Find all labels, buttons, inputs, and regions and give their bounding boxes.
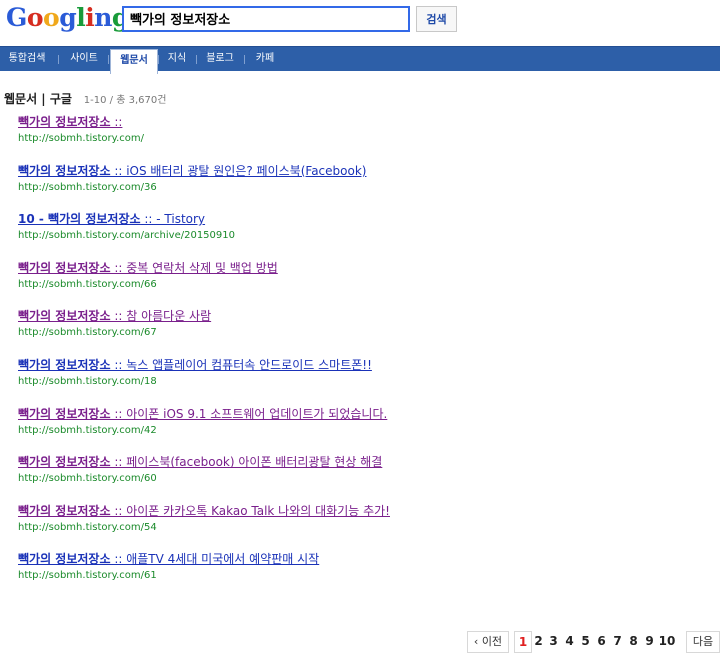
result-url: http://sobmh.tistory.com/ [18,133,145,144]
result-title-rest: :: 페이스북(facebook) 아이폰 배터리광탈 현상 해결 [110,455,383,470]
result-url: http://sobmh.tistory.com/54 [18,521,157,533]
result-title-link[interactable]: 빽가의 정보저장소 :: [18,113,144,130]
prev-page-button[interactable]: ‹ 이전 [467,631,509,653]
result-title-rest: :: 애플TV 4세대 미국에서 예약판매 시작 [110,552,320,567]
result-title-bold: 10 - 빽가의 정보저장소 [18,212,141,227]
result-title-rest: :: 중복 연락처 삭제 및 백업 방법 [110,260,278,275]
result-title-link[interactable]: 빽가의 정보저장소 :: 참 아름다운 사람 [18,307,211,324]
header: Googling 검색 [0,0,720,44]
logo-letter: G [6,3,27,32]
result-title-rest: :: 녹스 앱플레이어 컴퓨터속 안드로이드 스마트폰!! [110,358,372,372]
result-title-bold: 빽가의 정보저장소 [18,406,111,421]
page-number-link[interactable]: 1 [514,631,532,653]
result-title-rest: :: [110,115,123,129]
result-title-bold: 빽가의 정보저장소 [18,552,111,567]
search-result: 빽가의 정보저장소 :: http://sobmh.tistory.com/ [18,113,144,144]
search-input[interactable] [124,8,406,28]
search-box[interactable] [122,6,410,32]
result-title-rest: :: 아이폰 카카오톡 Kakao Talk 나와의 대화기능 추가! [110,503,390,518]
page-number-link[interactable]: 3 [547,631,560,651]
page-number-link[interactable]: 8 [627,631,640,651]
logo-letter: i [85,3,95,32]
logo-letter: g [59,3,77,32]
search-result: 빽가의 정보저장소 :: 애플TV 4세대 미국에서 예약판매 시작http:/… [18,550,319,581]
result-title-link[interactable]: 10 - 빽가의 정보저장소 :: - Tistory [18,210,235,227]
result-title-bold: 빽가의 정보저장소 [18,260,111,275]
tab-cafe[interactable]: 카페 [248,47,282,71]
result-title-link[interactable]: 빽가의 정보저장소 :: 중복 연락처 삭제 및 백업 방법 [18,259,278,276]
result-title-bold: 빽가의 정보저장소 [18,503,111,518]
result-url: http://sobmh.tistory.com/archive/2015091… [18,230,235,242]
result-title-rest: :: 참 아름다운 사람 [110,309,212,324]
search-result: 빽가의 정보저장소 :: 아이폰 iOS 9.1 소프트웨어 업데이트가 되었습… [18,405,387,436]
page-number-link[interactable]: 9 [643,631,656,651]
page-number-link[interactable]: 7 [611,631,624,651]
search-result: 빽가의 정보저장소 :: 아이폰 카카오톡 Kakao Talk 나와의 대화기… [18,502,390,533]
next-page-button[interactable]: 다음 [686,631,720,653]
result-title-link[interactable]: 빽가의 정보저장소 :: iOS 배터리 광탈 원인은? 페이스북(Facebo… [18,162,366,179]
result-url: http://sobmh.tistory.com/61 [18,570,157,582]
logo-letter: n [94,3,112,32]
tab-knowledge[interactable]: 지식 [160,47,194,71]
result-url: http://sobmh.tistory.com/66 [18,278,157,290]
result-title-link[interactable]: 빽가의 정보저장소 :: 아이폰 카카오톡 Kakao Talk 나와의 대화기… [18,502,390,519]
result-url: http://sobmh.tistory.com/42 [18,424,157,436]
logo-letter: o [43,3,60,32]
result-title-bold: 빽가의 정보저장소 [18,358,111,372]
logo[interactable]: Googling [6,2,129,34]
logo-letter: l [76,3,86,32]
nav-bar: 통합검색 사이트 웹문서 지식 블로그 카페 [0,46,720,74]
result-url: http://sobmh.tistory.com/36 [18,181,157,193]
tab-web[interactable]: 웹문서 [110,49,158,74]
search-result: 10 - 빽가의 정보저장소 :: - Tistoryhttp://sobmh.… [18,210,235,241]
result-title-bold: 빽가의 정보저장소 [18,455,111,470]
search-result: 빽가의 정보저장소 :: 페이스북(facebook) 아이폰 배터리광탈 현상… [18,453,382,484]
result-title-link[interactable]: 빽가의 정보저장소 :: 페이스북(facebook) 아이폰 배터리광탈 현상… [18,453,382,470]
result-title-rest: :: 아이폰 iOS 9.1 소프트웨어 업데이트가 되었습니다. [110,406,388,421]
tab-blog[interactable]: 블로그 [198,47,242,71]
result-title-rest: :: iOS 배터리 광탈 원인은? 페이스북(Facebook) [110,163,367,178]
page-number-link[interactable]: 5 [579,631,592,651]
result-title-rest: :: - Tistory [140,212,206,227]
result-url: http://sobmh.tistory.com/60 [18,473,157,485]
result-title-link[interactable]: 빽가의 정보저장소 :: 녹스 앱플레이어 컴퓨터속 안드로이드 스마트폰!! [18,356,372,373]
result-url: http://sobmh.tistory.com/18 [18,376,157,387]
page-number-link[interactable]: 2 [532,631,545,651]
nav-divider [196,55,197,64]
result-title-link[interactable]: 빽가의 정보저장소 :: 애플TV 4세대 미국에서 예약판매 시작 [18,550,319,567]
search-result: 빽가의 정보저장소 :: 중복 연락처 삭제 및 백업 방법http://sob… [18,259,278,290]
tab-all[interactable]: 통합검색 [2,47,52,71]
section-header: 웹문서 | 구글 1-10 / 총 3,670건 [4,90,166,107]
result-title-bold: 빽가의 정보저장소 [18,309,111,324]
result-title-bold: 빽가의 정보저장소 [18,115,111,129]
search-result: 빽가의 정보저장소 :: 녹스 앱플레이어 컴퓨터속 안드로이드 스마트폰!!h… [18,356,372,387]
search-result: 빽가의 정보저장소 :: iOS 배터리 광탈 원인은? 페이스북(Facebo… [18,162,366,193]
logo-letter: o [26,3,44,32]
search-button[interactable]: 검색 [416,6,457,32]
section-title: 웹문서 | 구글 [4,92,72,106]
page-number-link[interactable]: 10 [657,631,677,651]
search-result: 빽가의 정보저장소 :: 참 아름다운 사람http://sobmh.tisto… [18,307,211,338]
nav-divider [244,55,245,64]
page-number-link[interactable]: 6 [595,631,608,651]
page-number-link[interactable]: 4 [563,631,576,651]
tab-site[interactable]: 사이트 [62,47,106,71]
result-count: 1-10 / 총 3,670건 [83,95,167,106]
nav-divider [158,55,159,64]
result-title-link[interactable]: 빽가의 정보저장소 :: 아이폰 iOS 9.1 소프트웨어 업데이트가 되었습… [18,405,387,422]
nav-divider [108,55,109,64]
nav-divider [58,55,59,64]
result-title-bold: 빽가의 정보저장소 [18,163,111,178]
result-url: http://sobmh.tistory.com/67 [18,327,157,339]
